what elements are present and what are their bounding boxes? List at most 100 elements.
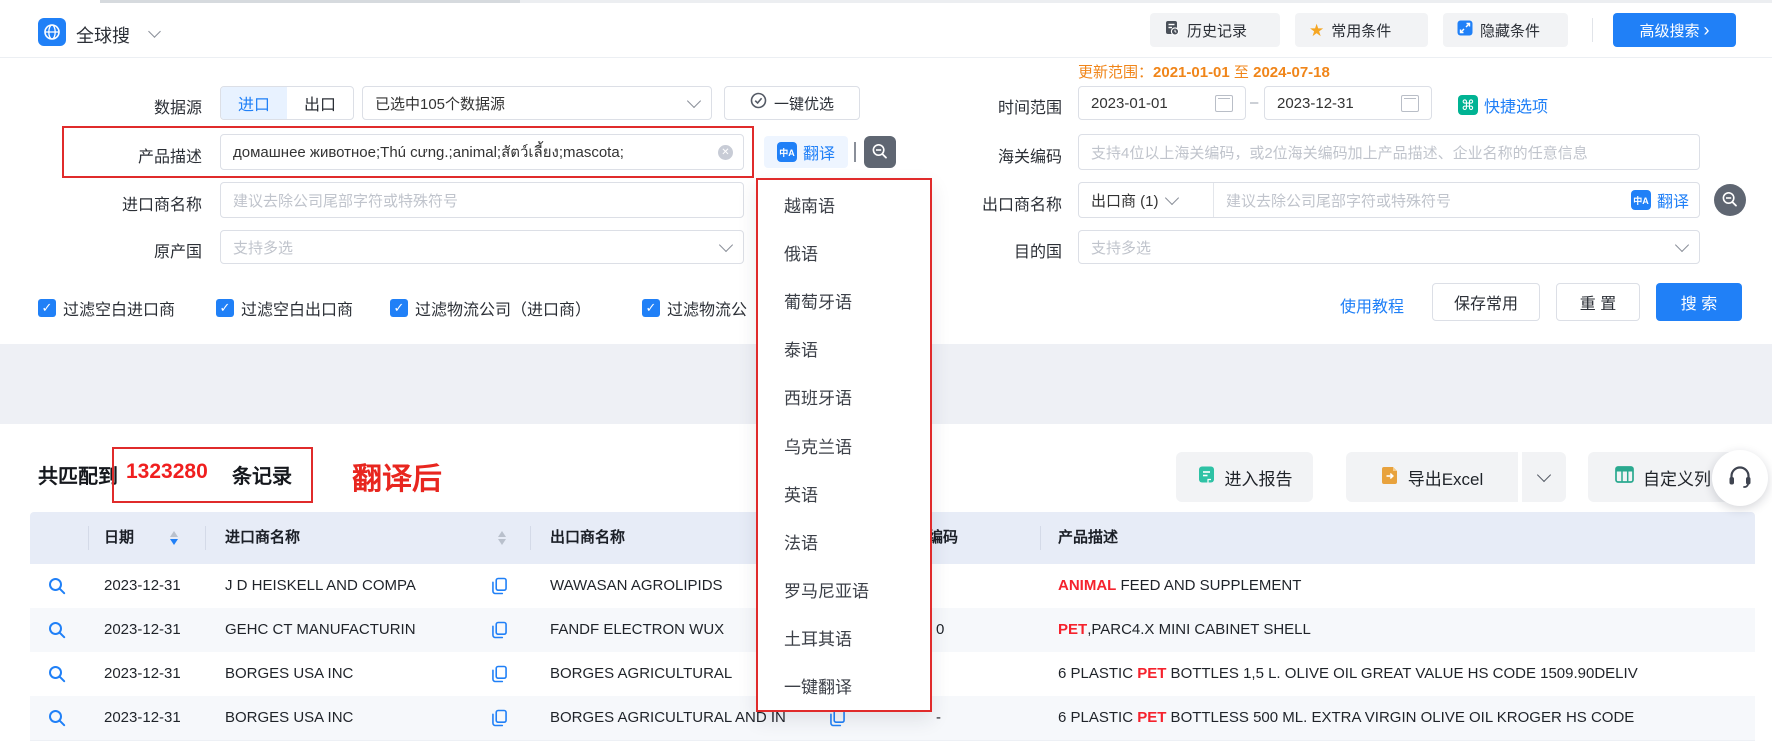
advanced-search-label: 高级搜索 (1639, 20, 1699, 41)
exporter-input-group: 出口商 (1) 建议去除公司尾部字符或特殊符号 中A 翻译 (1078, 182, 1700, 218)
language-option[interactable]: 西班牙语 (758, 373, 930, 421)
cell-importer: J D HEISKELL AND COMPA (225, 564, 416, 608)
smart-search-icon[interactable] (1714, 184, 1746, 216)
reset-button[interactable]: 重 置 (1556, 283, 1640, 321)
sort-desc-icon (498, 539, 506, 545)
circle-check-icon (750, 92, 767, 114)
hs-code-input[interactable]: 支持4位以上海关编码，或2位海关编码加上产品描述、企业名称的任意信息 (1078, 134, 1700, 170)
quick-options-link[interactable]: ⌘ 快捷选项 (1458, 93, 1548, 117)
collapse-icon (1457, 20, 1473, 40)
search-button[interactable]: 搜 索 (1656, 283, 1742, 321)
origin-placeholder: 支持多选 (233, 237, 293, 258)
exporter-translate-button[interactable]: 中A 翻译 (1631, 188, 1699, 212)
language-option[interactable]: 泰语 (758, 325, 930, 373)
export-options-button[interactable] (1520, 452, 1566, 502)
checkbox-label: 过滤物流公 (667, 296, 747, 320)
favorites-button[interactable]: ★ 常用条件 (1295, 13, 1428, 47)
datasource-select[interactable]: 已选中105个数据源 (362, 86, 712, 120)
language-option[interactable]: 罗马尼亚语 (758, 566, 930, 614)
copy-icon[interactable] (492, 709, 507, 732)
language-option[interactable]: 土耳其语 (758, 614, 930, 662)
row-detail-search-icon[interactable] (48, 577, 66, 600)
checkbox-label: 过滤空白进口商 (63, 296, 175, 320)
language-option[interactable]: 法语 (758, 517, 930, 565)
sort-asc-icon (498, 531, 506, 537)
language-option[interactable]: 葡萄牙语 (758, 276, 930, 324)
date-from-input[interactable]: 2023-01-01 (1078, 86, 1246, 120)
match-count-suffix: 条记录 (232, 460, 292, 489)
toolbar-divider (1592, 18, 1593, 42)
cell-exporter: WAWASAN AGROLIPIDS (550, 564, 723, 608)
exporter-translate-label: 翻译 (1657, 188, 1689, 212)
language-option[interactable]: 英语 (758, 469, 930, 517)
row-detail-search-icon[interactable] (48, 665, 66, 688)
copy-icon[interactable] (492, 665, 507, 688)
trade-direction-tabs: 进口 出口 (220, 86, 354, 120)
translate-button[interactable]: 中A 翻译 (764, 136, 848, 168)
enter-report-button[interactable]: 进入报告 (1176, 452, 1313, 502)
header-product-desc: 产品描述 (1058, 512, 1118, 564)
dest-country-input[interactable]: 支持多选 (1078, 230, 1700, 264)
one-click-optimize-button[interactable]: 一键优选 (724, 86, 860, 120)
report-icon (1197, 465, 1216, 489)
copy-icon[interactable] (830, 709, 845, 732)
checkbox-checked-icon[interactable]: ✓ (390, 299, 408, 317)
export-excel-button[interactable]: 导出Excel (1346, 452, 1518, 502)
cell-date: 2023-12-31 (104, 652, 181, 696)
importer-input[interactable]: 建议去除公司尾部字符或特殊符号 (220, 182, 744, 218)
exporter-type-select[interactable]: 出口商 (1) (1079, 183, 1214, 217)
cell-hs-code: 0 (936, 608, 944, 652)
translate-icon: 中A (1631, 190, 1651, 210)
history-button[interactable]: 历史记录 (1150, 13, 1280, 47)
customer-service-button[interactable] (1712, 450, 1768, 506)
header-exporter: 出口商名称 (550, 512, 625, 564)
checkbox-checked-icon[interactable]: ✓ (642, 299, 660, 317)
arrow-right-icon: › (1704, 21, 1710, 39)
row-detail-search-icon[interactable] (48, 709, 66, 732)
copy-icon[interactable] (492, 577, 507, 600)
checkbox-label: 过滤物流公司（进口商） (415, 296, 591, 320)
sort-importer[interactable] (498, 531, 506, 545)
smart-search-icon[interactable] (864, 136, 896, 168)
cell-exporter: FANDF ELECTRON WUX (550, 608, 724, 652)
cell-date: 2023-12-31 (104, 564, 181, 608)
date-to-value: 2023-12-31 (1277, 95, 1354, 112)
app-title: 全球搜 (76, 22, 130, 48)
advanced-search-button[interactable]: 高级搜索 › (1613, 13, 1736, 47)
row-detail-search-icon[interactable] (48, 621, 66, 644)
tab-export[interactable]: 出口 (287, 87, 353, 119)
date-to-input[interactable]: 2023-12-31 (1264, 86, 1432, 120)
sort-desc-icon (170, 539, 178, 545)
date-from-value: 2023-01-01 (1091, 95, 1168, 112)
origin-country-input[interactable]: 支持多选 (220, 230, 744, 264)
optimize-label: 一键优选 (774, 93, 834, 114)
sort-date[interactable] (170, 531, 178, 545)
time-range-label: 时间范围 (900, 94, 1062, 118)
clear-icon[interactable]: ✕ (718, 145, 733, 160)
app-switcher-chevron-icon[interactable] (148, 25, 161, 38)
copy-icon[interactable] (492, 621, 507, 644)
chevron-down-icon (1675, 238, 1689, 252)
checkbox-checked-icon[interactable]: ✓ (38, 299, 56, 317)
checkbox-label: 过滤空白出口商 (241, 296, 353, 320)
language-option[interactable]: 一键翻译 (758, 662, 930, 710)
hide-conditions-button[interactable]: 隐藏条件 (1443, 13, 1568, 47)
language-option[interactable]: 乌克兰语 (758, 421, 930, 469)
filter-checkbox-item: ✓ 过滤物流公司（进口商） (390, 296, 591, 320)
favorites-label: 常用条件 (1331, 20, 1391, 41)
product-desc-input[interactable]: домашнее животное;Thú cưng.;animal;สัตว์… (220, 134, 744, 170)
update-range-start: 2021-01-01 (1153, 64, 1230, 81)
cell-hs-code: - (936, 696, 941, 740)
excel-icon (1381, 465, 1399, 489)
update-range-end: 2024-07-18 (1253, 64, 1330, 81)
save-common-button[interactable]: 保存常用 (1432, 283, 1540, 321)
language-option[interactable]: 越南语 (758, 180, 930, 228)
tab-import[interactable]: 进口 (221, 87, 287, 119)
checkbox-checked-icon[interactable]: ✓ (216, 299, 234, 317)
language-option[interactable]: 俄语 (758, 228, 930, 276)
cell-product-desc: PET,PARC4.X MINI CABINET SHELL (1058, 608, 1311, 652)
update-range: 更新范围：2021-01-01 至 2024-07-18 (1078, 61, 1330, 82)
cell-date: 2023-12-31 (104, 608, 181, 652)
history-icon (1164, 20, 1180, 40)
tutorial-link[interactable]: 使用教程 (1340, 293, 1404, 317)
